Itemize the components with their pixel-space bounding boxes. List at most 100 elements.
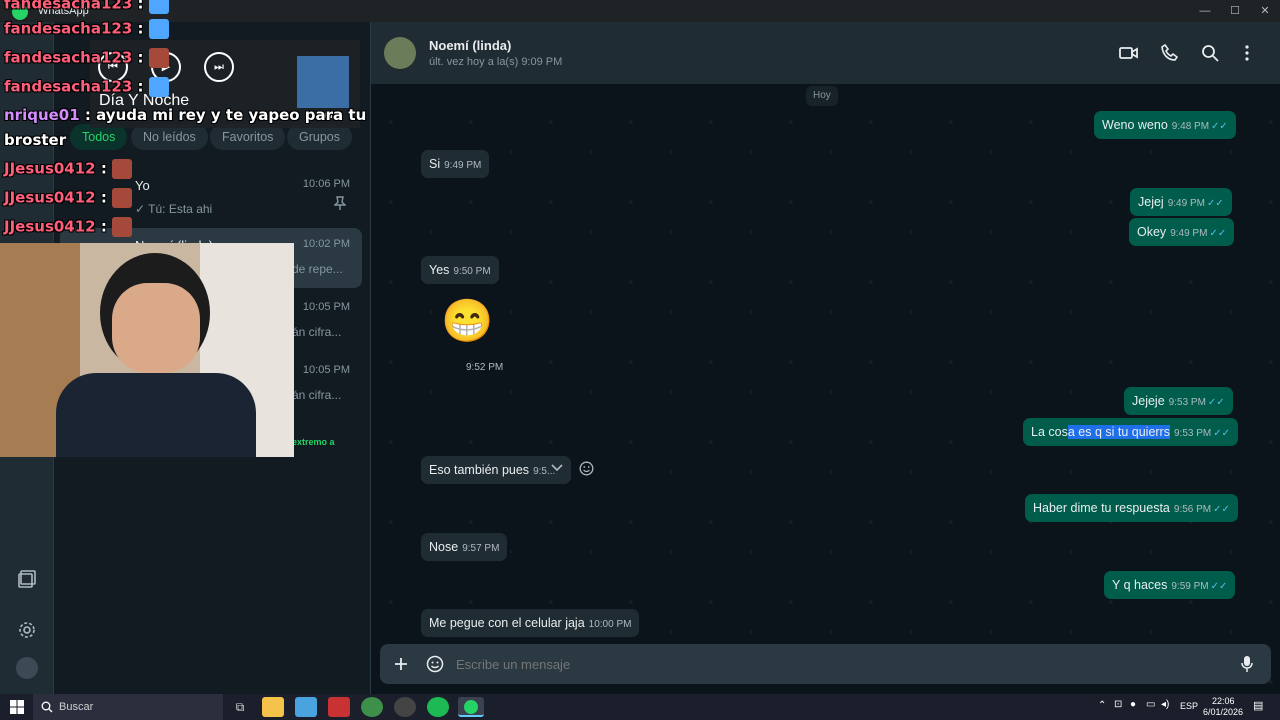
search-icon <box>41 701 53 713</box>
webcam-person-face <box>112 283 200 373</box>
message-bubble-in[interactable]: Me pegue con el celular jaja 10:00 PM <box>421 609 640 637</box>
microphone-icon[interactable] <box>1241 655 1253 673</box>
menu-kebab-icon[interactable] <box>1244 45 1250 61</box>
message-bubble-out[interactable]: La cosa es q si tu quierrs 9:53 PM ✓✓ <box>1023 418 1238 446</box>
chat-list-item-name: Yo <box>135 178 150 193</box>
emote-icon <box>148 48 169 68</box>
notepad-icon[interactable] <box>295 697 317 717</box>
tray-network-icon[interactable]: ⊡ <box>1114 699 1122 710</box>
chat-list-item-time: 10:06 PM <box>302 178 350 190</box>
chevron-down-icon[interactable] <box>551 464 563 472</box>
message-bubble-in[interactable]: Si 9:49 PM <box>421 150 490 178</box>
media-gallery-icon[interactable] <box>18 570 36 588</box>
voice-call-icon[interactable] <box>1161 44 1179 62</box>
tray-clock-date[interactable]: 6/01/2026 <box>1203 707 1243 717</box>
spotify-icon[interactable] <box>427 697 449 717</box>
tray-wifi-icon[interactable]: ▭ <box>1146 699 1155 710</box>
stream-chat-message: JJesus0412 : <box>4 159 133 179</box>
stream-chat-message: fandesacha123 : <box>4 19 169 39</box>
video-call-icon[interactable] <box>1119 45 1139 61</box>
message-bubble-out[interactable]: Jejej 9:49 PM ✓✓ <box>1130 188 1232 216</box>
message-time: 9:59 PM <box>1171 581 1209 592</box>
message-bubble-out[interactable]: Haber dime tu respuesta 9:56 PM ✓✓ <box>1025 494 1238 522</box>
attach-plus-icon[interactable] <box>394 657 408 671</box>
chat-list-item-preview: án cifra... <box>292 325 342 339</box>
message-text: La cos <box>1031 425 1068 439</box>
message-bubble-in-hovered[interactable]: Eso también pues 9:5... <box>421 456 571 484</box>
tray-mic-icon[interactable]: ● <box>1130 699 1136 710</box>
taskbar-search-box[interactable]: Buscar <box>33 694 223 720</box>
emote-icon <box>148 77 169 97</box>
read-ticks-icon: ✓✓ <box>1207 397 1225 408</box>
contact-avatar[interactable] <box>384 37 416 69</box>
chat-list-item-preview: de repe... <box>292 262 343 276</box>
message-bubble-out[interactable]: Y q haces 9:59 PM ✓✓ <box>1104 571 1236 599</box>
message-text: Haber dime tu respuesta <box>1033 501 1170 515</box>
message-text: Y q haces <box>1112 578 1168 592</box>
message-bubble-in[interactable]: Nose 9:57 PM <box>421 533 508 561</box>
emoji-sticker-message[interactable]: 😁 <box>441 295 493 347</box>
tray-volume-icon[interactable]: ◂) <box>1161 699 1169 710</box>
minimize-button[interactable]: — <box>1188 0 1222 22</box>
message-bubble-out[interactable]: Okey 9:49 PM ✓✓ <box>1129 218 1235 246</box>
file-explorer-icon[interactable] <box>262 697 284 717</box>
emote-icon <box>112 217 133 237</box>
message-bubble-in[interactable]: Yes 9:50 PM <box>421 256 499 284</box>
taskbar-search-placeholder: Buscar <box>59 701 94 713</box>
windows-start-icon[interactable] <box>10 700 24 714</box>
read-ticks-icon: ✓✓ <box>1213 504 1230 515</box>
contact-name[interactable]: Noemí (linda) <box>429 38 511 53</box>
message-time: 9:48 PM <box>1171 121 1210 132</box>
message-text: Jejej <box>1138 195 1164 209</box>
close-button[interactable]: ✕ <box>1248 0 1280 22</box>
task-view-icon[interactable]: ⧉ <box>229 697 251 717</box>
message-text: Si <box>429 157 441 171</box>
message-time: 10:00 PM <box>588 619 632 630</box>
sticker-emoji-icon[interactable] <box>426 655 444 673</box>
message-bubble-out[interactable]: Weno weno 9:48 PM ✓✓ <box>1094 111 1236 139</box>
conversation-header: Noemí (linda) últ. vez hoy a la(s) 9:09 … <box>371 22 1280 84</box>
pin-icon <box>334 196 346 210</box>
stream-chat-message: fandesacha123 : <box>4 0 169 14</box>
notification-icon[interactable]: ▤ <box>1253 699 1263 712</box>
reaction-emoji-icon[interactable] <box>579 461 594 476</box>
message-bubble-out[interactable]: Jejeje 9:53 PM ✓✓ <box>1124 387 1233 415</box>
app-icon[interactable] <box>328 697 350 717</box>
tray-chevron-up-icon[interactable]: ⌃ <box>1098 700 1106 711</box>
chat-list-item-preview: án cifra... <box>292 388 342 402</box>
contact-last-seen: últ. vez hoy a la(s) 9:09 PM <box>429 56 563 68</box>
obs-icon[interactable] <box>394 697 416 717</box>
message-time: 9:49 PM <box>1167 198 1205 209</box>
conversation-pane: Noemí (linda) últ. vez hoy a la(s) 9:09 … <box>371 22 1280 694</box>
message-time: 9:56 PM <box>1173 504 1212 515</box>
chrome-icon[interactable] <box>361 697 383 717</box>
message-text: Weno weno <box>1102 118 1168 132</box>
profile-avatar[interactable] <box>16 657 38 679</box>
message-text: Me pegue con el celular jaja <box>429 616 585 630</box>
chat-list-item-preview: extremo a <box>292 437 335 447</box>
read-ticks-icon: ✓✓ <box>1213 428 1230 439</box>
message-time: 9:53 PM <box>1173 428 1212 439</box>
message-text-selected: a es q si tu quierrs <box>1067 425 1170 439</box>
message-time: 9:57 PM <box>462 543 500 554</box>
whatsapp-taskbar-icon[interactable] <box>458 697 484 717</box>
message-time: 9:50 PM <box>453 266 491 277</box>
next-track-button[interactable]: ⏭ <box>204 52 234 82</box>
date-divider: Hoy <box>806 86 838 106</box>
stream-chat-message: fandesacha123 : <box>4 48 169 68</box>
message-composer <box>380 644 1271 684</box>
search-icon[interactable] <box>1201 44 1219 62</box>
message-time: 9:53 PM <box>1168 397 1206 408</box>
stream-chat-message: nrique01 : ayuda mi rey y te yapeo para … <box>4 106 367 124</box>
chat-list-item-time: 10:05 PM <box>302 364 350 376</box>
read-ticks-icon: ✓✓ <box>1206 198 1224 209</box>
message-text: Jejeje <box>1132 394 1165 408</box>
settings-gear-icon[interactable] <box>18 621 36 639</box>
tray-clock-time[interactable]: 22:06 <box>1212 696 1235 706</box>
message-input[interactable] <box>456 652 1216 676</box>
message-text: Okey <box>1137 225 1167 239</box>
tray-language[interactable]: ESP <box>1180 701 1198 711</box>
stream-chat-message: JJesus0412 : <box>4 188 133 208</box>
chat-list-item-time: 10:02 PM <box>302 238 350 250</box>
maximize-button[interactable]: ☐ <box>1218 0 1252 22</box>
